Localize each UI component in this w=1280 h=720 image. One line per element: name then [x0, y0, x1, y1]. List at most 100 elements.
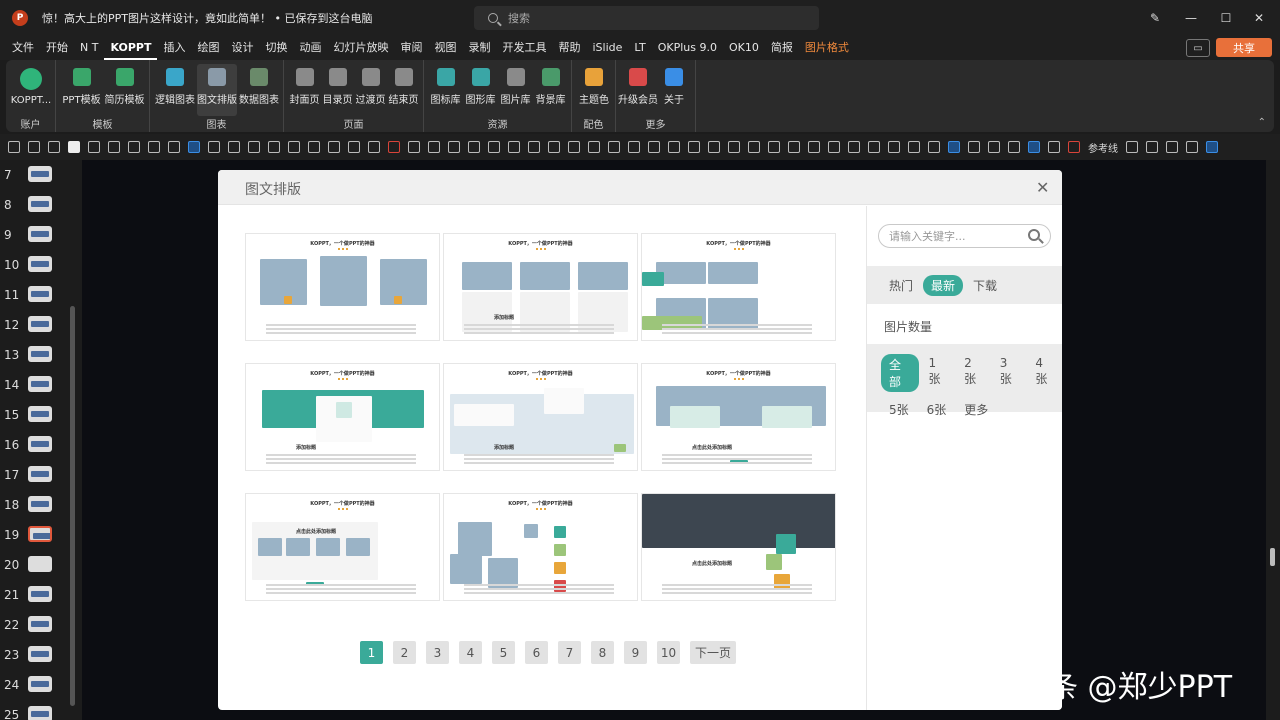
slide-thumbnail-row[interactable]: 9	[0, 224, 58, 254]
toolbar-tool-icon[interactable]	[28, 141, 40, 153]
toolbar-tool-icon[interactable]	[8, 141, 20, 153]
image-count-option[interactable]: 全部	[881, 354, 919, 392]
slide-thumbnail[interactable]	[28, 226, 52, 242]
slide-thumbnail[interactable]	[28, 706, 52, 720]
toolbar-tool-icon[interactable]	[968, 141, 980, 153]
toolbar-tool-icon[interactable]	[788, 141, 800, 153]
template-card[interactable]: KOPPT，一个做PPT的神器 添加标题	[443, 233, 638, 341]
toolbar-tool-icon[interactable]	[388, 141, 400, 153]
toolbar-tool-icon[interactable]	[548, 141, 560, 153]
page-button-6[interactable]: 6	[525, 641, 548, 664]
toolbar-tool-icon[interactable]	[248, 141, 260, 153]
toolbar-tool-icon[interactable]	[68, 141, 80, 153]
close-button[interactable]: ✕	[1242, 0, 1276, 36]
search-icon[interactable]	[1028, 229, 1040, 241]
page-button-10[interactable]: 10	[657, 641, 680, 664]
menu-tab-16[interactable]: LT	[628, 36, 651, 60]
sort-tab-2[interactable]: 下载	[965, 275, 1005, 296]
slide-thumbnail[interactable]	[28, 556, 52, 572]
toolbar-tool-icon[interactable]	[708, 141, 720, 153]
template-card[interactable]: KOPPT，一个做PPT的神器点击此处添加标题	[641, 493, 836, 601]
menu-tab-7[interactable]: 切换	[259, 36, 293, 60]
template-card[interactable]: KOPPT，一个做PPT的神器	[245, 233, 440, 341]
slide-thumbnail-row[interactable]: 16	[0, 434, 58, 464]
ribbon-button-0-0[interactable]: KOPPT...	[11, 64, 51, 116]
menu-tab-8[interactable]: 动画	[293, 36, 327, 60]
slide-thumbnail-row[interactable]: 14	[0, 374, 58, 404]
ribbon-button-4-3[interactable]: 背景库	[531, 64, 571, 116]
toolbar-tool-icon[interactable]	[848, 141, 860, 153]
slide-thumbnail-row[interactable]: 24	[0, 674, 58, 704]
slide-thumbnail-row[interactable]: 25	[0, 704, 58, 720]
toolbar-tool-icon[interactable]	[988, 141, 1000, 153]
menu-tab-9[interactable]: 幻灯片放映	[327, 36, 394, 60]
collapse-ribbon-icon[interactable]: ⌃	[1258, 117, 1266, 128]
sort-tab-0[interactable]: 热门	[881, 275, 921, 296]
template-card[interactable]: KOPPT，一个做PPT的神器点击此处添加标题	[641, 363, 836, 471]
page-button-1[interactable]: 1	[360, 641, 383, 664]
toolbar-tool-icon[interactable]	[508, 141, 520, 153]
sort-tab-1[interactable]: 最新	[923, 274, 964, 296]
toolbar-tool-icon[interactable]	[588, 141, 600, 153]
slide-thumbnail[interactable]	[28, 676, 52, 692]
template-card[interactable]: KOPPT，一个做PPT的神器	[443, 493, 638, 601]
ribbon-button-3-3[interactable]: 结束页	[384, 64, 424, 116]
slide-thumbnail-row[interactable]: 15	[0, 404, 58, 434]
toolbar-tool-icon[interactable]	[748, 141, 760, 153]
menu-tab-6[interactable]: 设计	[225, 36, 259, 60]
image-count-option[interactable]: 1张	[921, 354, 955, 392]
menu-tab-5[interactable]: 绘图	[191, 36, 225, 60]
toolbar-tool-icon[interactable]	[108, 141, 120, 153]
slide-thumbnail-row[interactable]: 21	[0, 584, 58, 614]
toolbar-tool-icon[interactable]	[168, 141, 180, 153]
slide-thumbnail[interactable]	[28, 616, 52, 632]
ribbon-button-4-0[interactable]: 图标库	[426, 64, 466, 116]
minimize-button[interactable]: —	[1174, 0, 1208, 36]
maximize-button[interactable]: ☐	[1209, 0, 1243, 36]
toolbar-tool-icon[interactable]	[568, 141, 580, 153]
image-count-option[interactable]: 更多	[956, 399, 996, 420]
toolbar-tool-icon[interactable]	[288, 141, 300, 153]
image-count-option[interactable]: 4张	[1027, 354, 1061, 392]
page-button-4[interactable]: 4	[459, 641, 482, 664]
slide-thumbnail-row[interactable]: 20	[0, 554, 58, 584]
toolbar-tool-icon[interactable]	[328, 141, 340, 153]
toolbar-tool-icon[interactable]	[348, 141, 360, 153]
slide-thumbnail-row[interactable]: 10	[0, 254, 58, 284]
next-page-button[interactable]: 下一页	[690, 641, 736, 664]
template-card[interactable]: KOPPT，一个做PPT的神器点击此处添加标题	[245, 493, 440, 601]
toolbar-tool-icon[interactable]	[1166, 141, 1178, 153]
slide-thumbnail[interactable]	[28, 496, 52, 512]
slide-thumbnail[interactable]	[28, 436, 52, 452]
toolbar-tool-icon[interactable]	[1146, 141, 1158, 153]
toolbar-tool-icon[interactable]	[1186, 141, 1198, 153]
menu-tab-2[interactable]: N T	[74, 36, 104, 60]
ribbon-button-6-0[interactable]: 升级会员	[618, 64, 658, 116]
toolbar-tool-icon[interactable]	[1206, 141, 1218, 153]
toolbar-tool-icon[interactable]	[48, 141, 60, 153]
slide-thumbnail[interactable]	[28, 646, 52, 662]
ribbon-button-2-1[interactable]: 图文排版	[197, 64, 237, 116]
toolbar-tool-icon[interactable]	[208, 141, 220, 153]
toolbar-tool-icon[interactable]	[608, 141, 620, 153]
slide-thumbnail-row[interactable]: 12	[0, 314, 58, 344]
menu-tab-14[interactable]: 帮助	[552, 36, 586, 60]
toolbar-tool-icon[interactable]	[408, 141, 420, 153]
image-count-option[interactable]: 5张	[881, 399, 917, 420]
toolbar-tool-icon[interactable]	[828, 141, 840, 153]
menu-tab-20[interactable]: 图片格式	[799, 36, 855, 60]
toolbar-tool-icon[interactable]	[728, 141, 740, 153]
slide-thumbnail-row[interactable]: 11	[0, 284, 58, 314]
page-button-5[interactable]: 5	[492, 641, 515, 664]
page-button-7[interactable]: 7	[558, 641, 581, 664]
slide-thumbnail-row[interactable]: 13	[0, 344, 58, 374]
menu-tab-4[interactable]: 插入	[157, 36, 191, 60]
toolbar-tool-icon[interactable]	[908, 141, 920, 153]
search-input[interactable]: 搜索	[474, 6, 819, 30]
toolbar-tool-icon[interactable]	[648, 141, 660, 153]
toolbar-tool-icon[interactable]	[468, 141, 480, 153]
slide-thumbnail[interactable]	[28, 196, 52, 212]
toolbar-tool-icon[interactable]	[148, 141, 160, 153]
ribbon-button-6-1[interactable]: 关于	[654, 64, 694, 116]
toolbar-tool-icon[interactable]	[1008, 141, 1020, 153]
